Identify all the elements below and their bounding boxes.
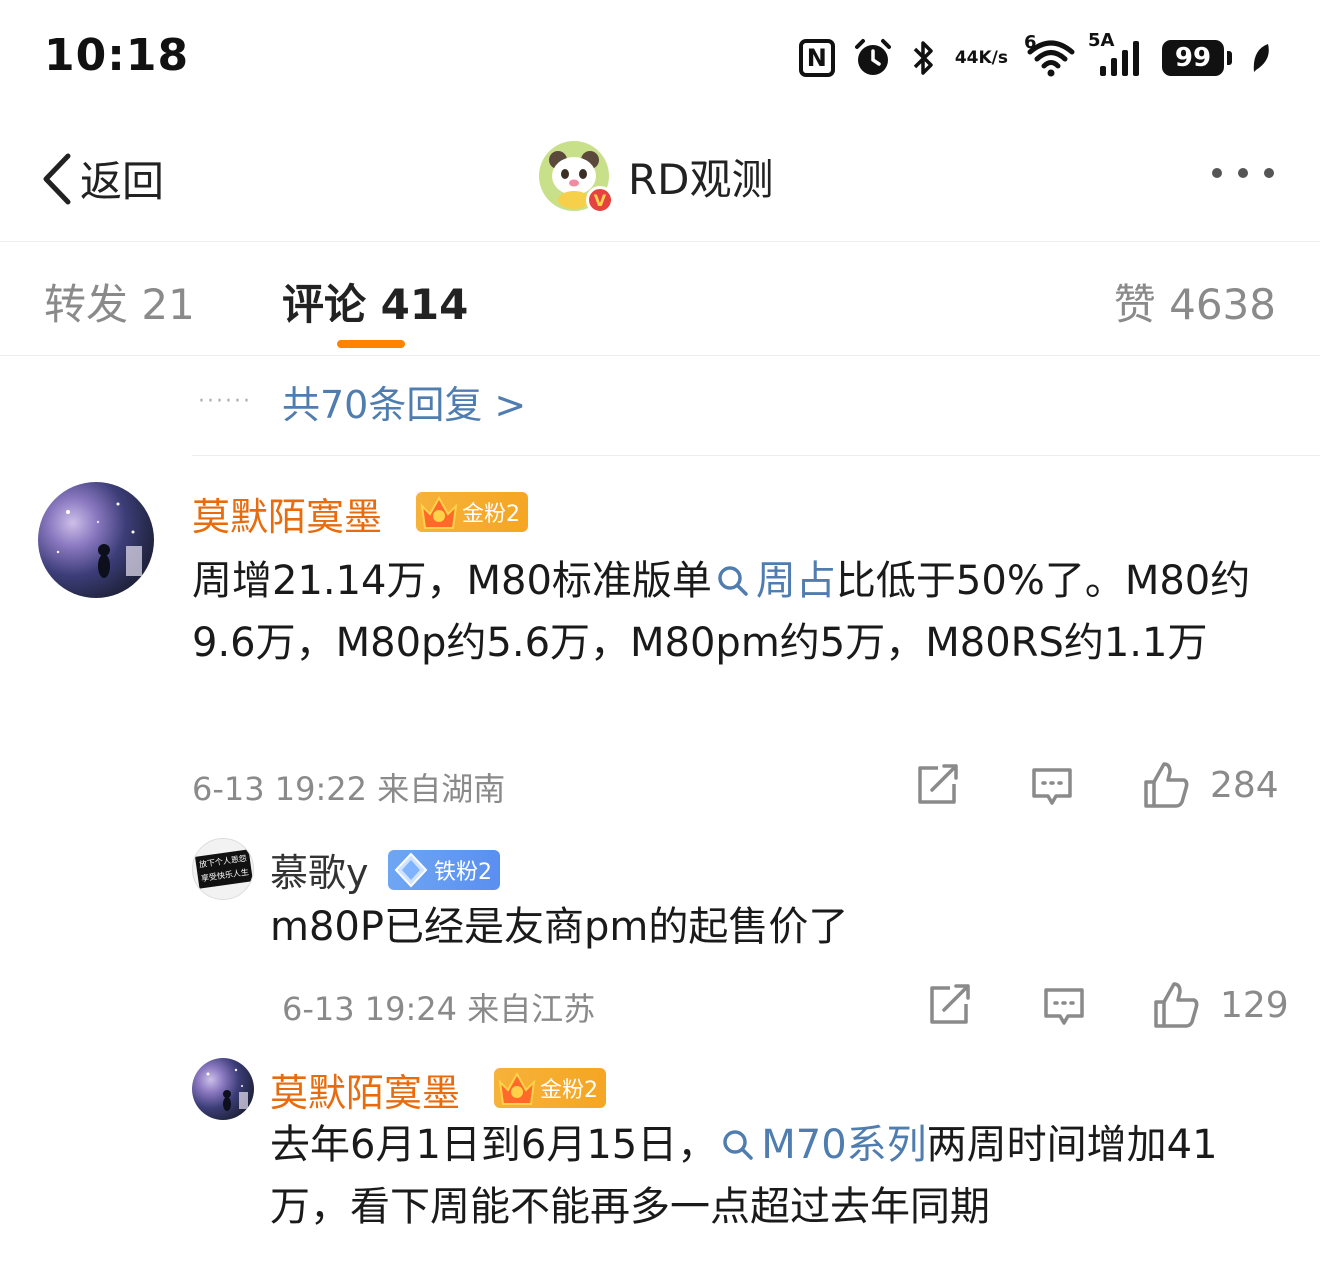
thumbs-up-icon [1154, 982, 1199, 1028]
comment-text-part1: 周增21.14万，M80标准版单 [192, 558, 712, 604]
status-icons: N 44 K/s 6 5A 99 [798, 30, 1272, 80]
like-button[interactable]: 129 [1152, 980, 1289, 1030]
comment-avatar[interactable] [38, 482, 154, 598]
status-bar: 10:18 N 44 K/s 6 5A 99 [0, 0, 1320, 110]
tab-bar: 转发 21 评论 414 赞 4638 [0, 243, 1320, 356]
reply-avatar-art: 放下个人恩怨 享受快乐人生 [195, 849, 253, 889]
comment-icon [1044, 988, 1084, 1025]
account-header[interactable]: V RD观测 [538, 140, 774, 214]
tab-forward[interactable]: 转发 21 [44, 271, 195, 332]
repost-icon [918, 764, 958, 804]
account-avatar[interactable]: V [538, 140, 614, 214]
reply-button[interactable] [1042, 986, 1086, 1028]
search-icon [718, 566, 748, 596]
reply-text-part1: 去年6月1日到6月15日， [270, 1122, 718, 1168]
like-count: 129 [1220, 984, 1289, 1026]
reply-avatar[interactable]: 放下个人恩怨 享受快乐人生 [192, 838, 254, 900]
bottom-fade-overlay [1108, 1180, 1320, 1265]
view-all-replies-link[interactable]: 共70条回复 > [282, 374, 526, 429]
more-replies-row: ······ 共70条回复 > [198, 374, 526, 429]
active-tab-indicator [337, 340, 405, 348]
repost-icon [930, 984, 970, 1024]
thumbs-up-icon [1144, 762, 1189, 808]
topic-link[interactable]: M70系列 [717, 1122, 927, 1168]
wifi-icon: 6 [1024, 32, 1076, 78]
fan-badge-label: 金粉2 [462, 502, 520, 527]
reply-avatar[interactable] [192, 1058, 254, 1120]
repost-button[interactable] [928, 984, 972, 1026]
reply-text: m80P已经是友商pm的起售价了 [270, 904, 849, 950]
topic-label: M70系列 [761, 1122, 927, 1168]
battery-icon: 99 [1162, 40, 1232, 76]
more-dot-icon [1238, 168, 1248, 178]
nfc-icon: N [798, 39, 835, 77]
reply-username[interactable]: 慕歌y [270, 842, 369, 897]
fan-badge-gold[interactable]: 金粉2 [494, 1068, 606, 1108]
signal-label: 5A [1088, 30, 1115, 51]
like-button[interactable]: 284 [1142, 760, 1279, 810]
topic-link[interactable]: 周占 [712, 558, 836, 604]
back-label: 返回 [80, 157, 165, 206]
account-name[interactable]: RD观测 [628, 146, 774, 207]
fan-badge-iron[interactable]: 铁粉2 [388, 850, 500, 890]
leaf-icon [1250, 40, 1272, 76]
topic-label: 周占 [755, 558, 836, 604]
like-count: 284 [1210, 764, 1279, 806]
crown-icon [498, 1071, 536, 1105]
tab-comments[interactable]: 评论 414 [282, 271, 468, 332]
divider [192, 455, 1320, 456]
reply-button[interactable] [1030, 766, 1074, 808]
comment-icon [1032, 768, 1072, 805]
diamond-icon [394, 852, 428, 888]
thread-dots: ······ [198, 389, 252, 414]
more-dot-icon [1212, 168, 1222, 178]
net-speed-value: 44 [954, 48, 979, 68]
net-speed: 44 K/s [955, 49, 1008, 67]
net-speed-unit: K/s [978, 48, 1008, 68]
reply-username[interactable]: 莫默陌寞墨 [270, 1062, 460, 1117]
reply-meta: 6-13 19:24 来自江苏 [282, 990, 596, 1028]
wifi-badge: 6 [1024, 32, 1037, 53]
tab-likes[interactable]: 赞 4638 [1114, 271, 1276, 332]
battery-tip [1227, 51, 1232, 65]
back-button[interactable]: 返回 [40, 148, 164, 209]
galaxy-avatar-icon [56, 502, 142, 578]
repost-button[interactable] [916, 764, 960, 806]
fan-badge-gold[interactable]: 金粉2 [416, 492, 528, 532]
comment-meta: 6-13 19:22 来自湖南 [192, 770, 506, 808]
chevron-left-icon [43, 153, 71, 204]
more-dot-icon [1264, 168, 1274, 178]
fan-badge-label: 金粉2 [540, 1078, 598, 1103]
bluetooth-icon [911, 38, 937, 78]
battery-level: 99 [1162, 40, 1224, 76]
search-icon [723, 1130, 753, 1160]
verified-badge: V [586, 186, 614, 214]
alarm-icon [853, 38, 893, 78]
signal-icon: 5A [1088, 30, 1144, 78]
nav-bar: 返回 V RD观测 [0, 110, 1320, 242]
more-menu-button[interactable] [1212, 168, 1274, 178]
comment-username[interactable]: 莫默陌寞墨 [192, 486, 382, 541]
status-time: 10:18 [44, 30, 190, 81]
galaxy-avatar-icon [206, 1068, 248, 1111]
fan-badge-label: 铁粉2 [434, 860, 492, 885]
crown-icon [420, 495, 458, 529]
verified-mark: V [593, 190, 607, 210]
comment-text: 周增21.14万，M80标准版单 周占比低于50%了。M80约9.6万，M80p约… [192, 550, 1282, 674]
